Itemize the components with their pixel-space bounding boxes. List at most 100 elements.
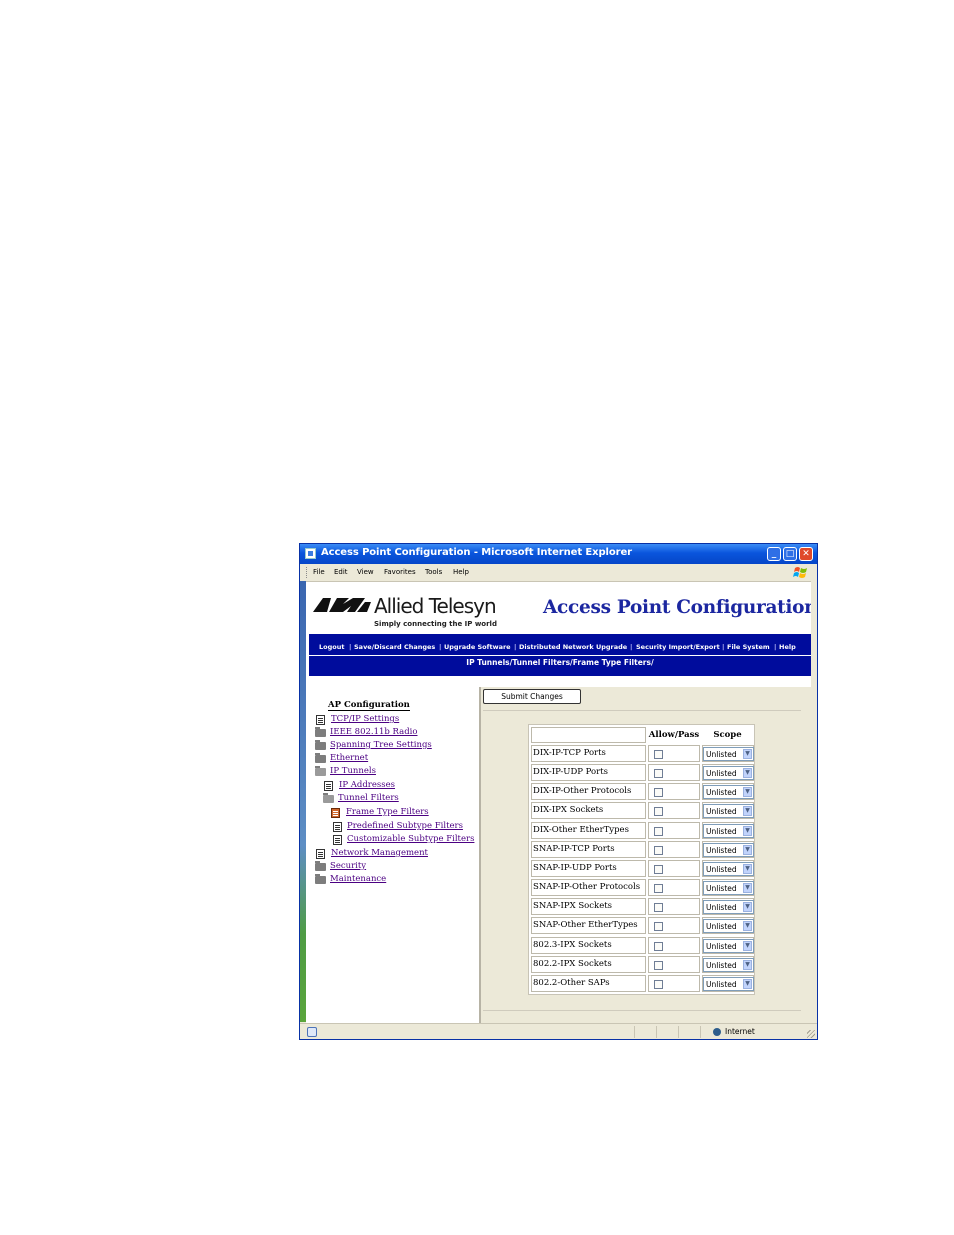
- nav-save-discard-link[interactable]: Save/Discard Changes: [354, 643, 435, 651]
- doc-icon: [324, 781, 333, 791]
- scope-cell: Unlisted ▼: [702, 745, 754, 762]
- scope-select[interactable]: Unlisted ▼: [703, 842, 754, 857]
- scope-select[interactable]: Unlisted ▼: [703, 919, 754, 934]
- scope-select[interactable]: Unlisted ▼: [703, 881, 754, 896]
- chevron-down-icon[interactable]: ▼: [743, 940, 752, 951]
- nav-distributed-upgrade-link[interactable]: Distributed Network Upgrade: [519, 643, 627, 651]
- allow-pass-checkbox[interactable]: [654, 903, 663, 913]
- scope-cell: Unlisted ▼: [702, 821, 754, 839]
- tree-item-label[interactable]: IP Tunnels: [330, 766, 376, 777]
- scope-select[interactable]: Unlisted ▼: [703, 785, 754, 800]
- nav-separator: |: [630, 643, 633, 651]
- status-bar: Internet: [300, 1023, 817, 1039]
- folder-icon: [315, 753, 326, 763]
- allow-pass-cell: [648, 821, 700, 839]
- allow-pass-checkbox[interactable]: [654, 979, 663, 989]
- allow-pass-checkbox[interactable]: [654, 960, 663, 970]
- scope-select[interactable]: Unlisted ▼: [703, 938, 754, 953]
- chevron-down-icon[interactable]: ▼: [743, 863, 752, 874]
- nav-security-import-export-link[interactable]: Security Import/Export: [636, 643, 720, 651]
- allow-pass-checkbox[interactable]: [654, 788, 663, 798]
- menu-favorites[interactable]: Favorites: [384, 568, 416, 576]
- folder-icon: [315, 740, 326, 750]
- nav-separator: |: [439, 643, 442, 651]
- allow-pass-checkbox[interactable]: [654, 864, 663, 874]
- allow-pass-cell: [648, 974, 700, 992]
- tree-item-label[interactable]: IP Addresses: [339, 780, 395, 791]
- tree-root-label: AP Configuration: [328, 700, 410, 711]
- tree-item-label[interactable]: Ethernet: [330, 753, 368, 764]
- tree-item-label[interactable]: Frame Type Filters: [346, 807, 429, 818]
- nav-file-system-link[interactable]: File System: [727, 643, 770, 651]
- scope-value: Unlisted: [706, 807, 737, 817]
- chevron-down-icon[interactable]: ▼: [743, 883, 752, 894]
- allied-telesyn-mark-icon: [313, 598, 371, 612]
- scope-cell: Unlisted ▼: [702, 917, 754, 935]
- windows-logo-icon: [793, 567, 807, 578]
- minimize-button[interactable]: _: [767, 547, 781, 561]
- scope-select[interactable]: Unlisted ▼: [703, 976, 754, 991]
- allow-pass-cell: [648, 859, 700, 877]
- submit-changes-button[interactable]: Submit Changes: [483, 689, 581, 704]
- chevron-down-icon[interactable]: ▼: [743, 921, 752, 932]
- tree-item-label[interactable]: Predefined Subtype Filters: [347, 821, 463, 832]
- menu-tools[interactable]: Tools: [425, 568, 442, 576]
- allow-pass-cell: [648, 936, 700, 954]
- chevron-down-icon[interactable]: ▼: [743, 787, 752, 798]
- tree-item-label[interactable]: Customizable Subtype Filters: [347, 834, 474, 845]
- maximize-button[interactable]: □: [783, 547, 797, 561]
- menu-edit[interactable]: Edit: [334, 568, 348, 576]
- chevron-down-icon[interactable]: ▼: [743, 825, 752, 836]
- tree-item-label[interactable]: Security: [330, 861, 366, 872]
- chevron-down-icon[interactable]: ▼: [743, 902, 752, 913]
- scope-select[interactable]: Unlisted ▼: [703, 823, 754, 838]
- allow-pass-checkbox[interactable]: [654, 826, 663, 836]
- allow-pass-cell: [648, 764, 700, 782]
- scope-cell: Unlisted ▼: [702, 879, 754, 897]
- allow-pass-checkbox[interactable]: [654, 922, 663, 932]
- allow-pass-checkbox[interactable]: [654, 884, 663, 894]
- chevron-down-icon[interactable]: ▼: [743, 959, 752, 970]
- scope-select[interactable]: Unlisted ▼: [703, 766, 754, 781]
- tree-item-label[interactable]: Spanning Tree Settings: [330, 740, 432, 751]
- filter-row: SNAP-IP-UDP Ports Unlisted ▼: [531, 859, 754, 877]
- chevron-down-icon[interactable]: ▼: [743, 749, 752, 759]
- menu-file[interactable]: File: [313, 568, 325, 576]
- nav-upgrade-software-link[interactable]: Upgrade Software: [444, 643, 511, 651]
- resize-grip-icon[interactable]: [807, 1030, 815, 1038]
- scope-value: Unlisted: [706, 864, 737, 874]
- chevron-down-icon[interactable]: ▼: [743, 806, 752, 817]
- scope-select[interactable]: Unlisted ▼: [703, 957, 754, 972]
- tree-item-label[interactable]: Maintenance: [330, 874, 386, 885]
- filter-name: 802.3-IPX Sockets: [531, 936, 646, 954]
- doc-icon: [333, 822, 342, 832]
- menu-view[interactable]: View: [357, 568, 374, 576]
- allow-pass-checkbox[interactable]: [654, 807, 663, 817]
- tree-item-label[interactable]: TCP/IP Settings: [331, 714, 399, 725]
- allow-pass-cell: [648, 879, 700, 897]
- scope-select[interactable]: Unlisted ▼: [703, 861, 754, 876]
- filter-name: SNAP-IP-UDP Ports: [531, 859, 646, 877]
- scope-select[interactable]: Unlisted ▼: [703, 900, 754, 915]
- filter-row: SNAP-IP-Other Protocols Unlisted ▼: [531, 879, 754, 897]
- title-bar[interactable]: Access Point Configuration - Microsoft I…: [300, 544, 817, 564]
- allow-pass-checkbox[interactable]: [654, 750, 663, 759]
- tree-item-label[interactable]: Tunnel Filters: [338, 793, 399, 804]
- allow-pass-checkbox[interactable]: [654, 845, 663, 855]
- open-folder-icon: [315, 766, 326, 776]
- scope-select[interactable]: Unlisted ▼: [703, 747, 754, 761]
- close-button[interactable]: ✕: [799, 547, 813, 561]
- chevron-down-icon[interactable]: ▼: [743, 768, 752, 779]
- scope-select[interactable]: Unlisted ▼: [703, 804, 754, 819]
- tree-item-label[interactable]: IEEE 802.11b Radio: [330, 727, 418, 738]
- chevron-down-icon[interactable]: ▼: [743, 978, 752, 989]
- allow-pass-checkbox[interactable]: [654, 941, 663, 951]
- nav-help-link[interactable]: Help: [779, 643, 796, 651]
- chevron-down-icon[interactable]: ▼: [743, 844, 752, 855]
- menu-help[interactable]: Help: [453, 568, 469, 576]
- form-pane: Submit Changes Allow/Pass Scope DIX-IP-T…: [481, 687, 811, 1023]
- tree-item-label[interactable]: Network Management: [331, 848, 428, 859]
- nav-logout-link[interactable]: Logout: [319, 643, 344, 651]
- scope-value: Unlisted: [706, 922, 737, 932]
- allow-pass-checkbox[interactable]: [654, 769, 663, 779]
